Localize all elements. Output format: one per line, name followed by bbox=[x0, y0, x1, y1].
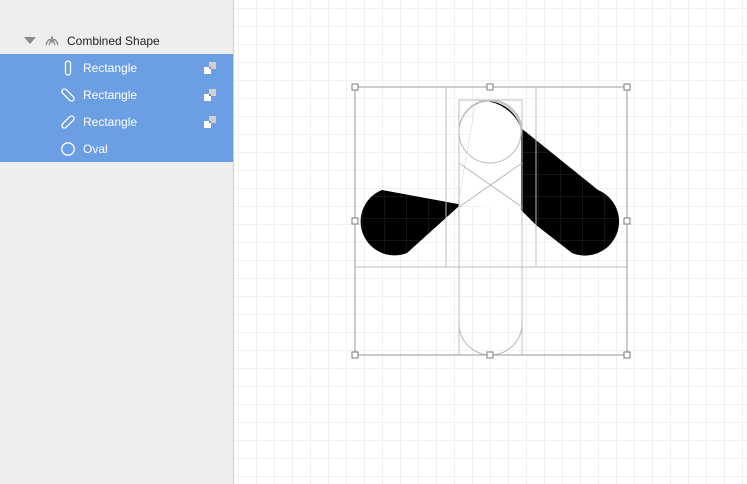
design-canvas[interactable] bbox=[234, 0, 747, 484]
layer-row-rectangle-3[interactable]: Rectangle bbox=[0, 108, 233, 135]
layer-row-oval[interactable]: Oval bbox=[0, 135, 233, 162]
layer-label: Rectangle bbox=[83, 60, 138, 75]
resize-handle-right bbox=[623, 217, 631, 225]
resize-handle-top bbox=[486, 83, 494, 91]
layers-sidebar: Combined Shape Rectangle Rectangle Recta… bbox=[0, 0, 234, 484]
diagonal-rectangle-icon bbox=[61, 114, 75, 129]
resize-handle-top-right bbox=[623, 83, 631, 91]
resize-handle-bottom-right bbox=[623, 351, 631, 359]
boolean-operation-icon[interactable] bbox=[204, 61, 216, 74]
diagonal-rectangle-icon bbox=[61, 87, 75, 102]
layer-row-combined-shape[interactable]: Combined Shape bbox=[0, 27, 233, 54]
combined-shape[interactable] bbox=[360, 100, 620, 256]
layer-label-combined-shape: Combined Shape bbox=[67, 33, 160, 48]
vertical-rectangle-icon bbox=[64, 59, 72, 76]
canvas-artwork[interactable] bbox=[234, 0, 747, 484]
resize-handle-bottom bbox=[486, 351, 494, 359]
boolean-operation-icon[interactable] bbox=[204, 88, 216, 101]
layer-label: Oval bbox=[83, 141, 108, 156]
combined-shape-icon bbox=[45, 34, 59, 45]
layer-row-rectangle-1[interactable]: Rectangle bbox=[0, 54, 233, 81]
resize-handle-left bbox=[351, 217, 359, 225]
oval-icon bbox=[61, 141, 75, 156]
layer-label: Rectangle bbox=[83, 114, 138, 129]
boolean-operation-icon[interactable] bbox=[204, 115, 216, 128]
resize-handle-bottom-left bbox=[351, 351, 359, 359]
disclosure-triangle-icon[interactable] bbox=[24, 37, 36, 44]
resize-handle-top-left bbox=[351, 83, 359, 91]
layer-label: Rectangle bbox=[83, 87, 138, 102]
layer-row-rectangle-2[interactable]: Rectangle bbox=[0, 81, 233, 108]
